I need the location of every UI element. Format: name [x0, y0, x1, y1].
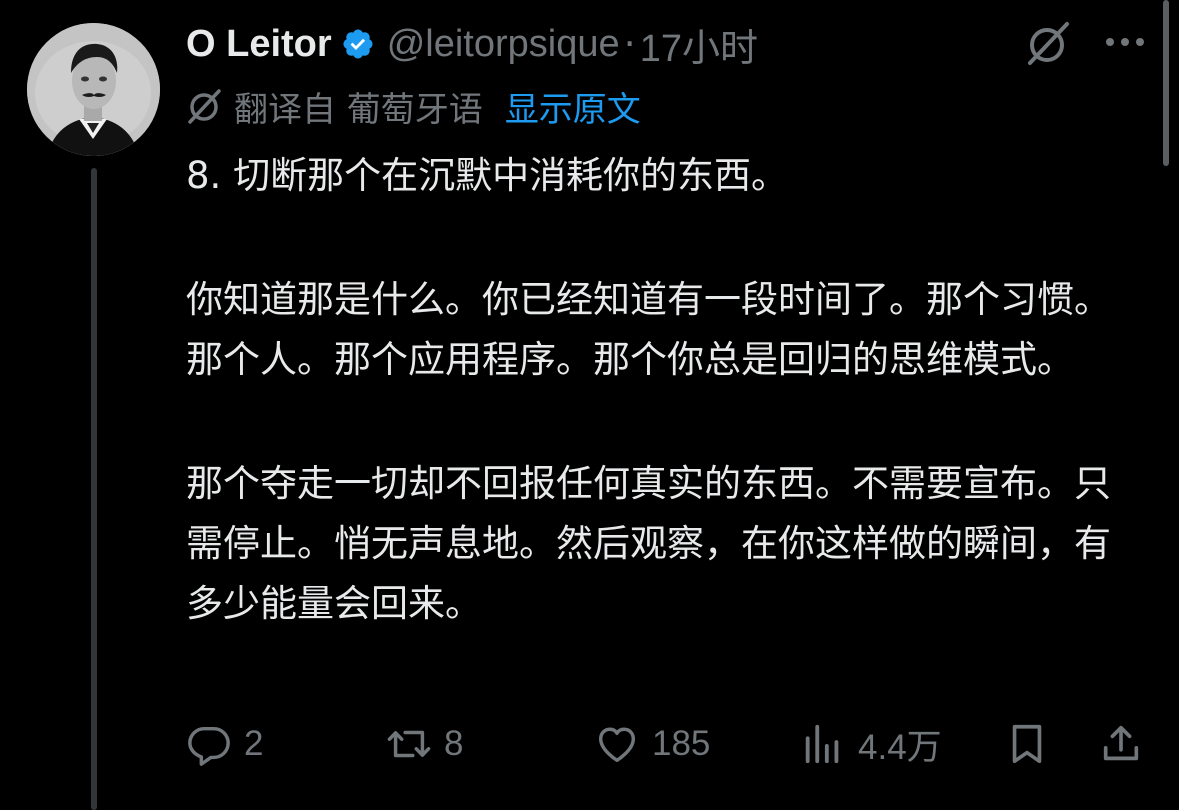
reply-icon [188, 726, 230, 766]
share-button[interactable] [1098, 716, 1156, 772]
like-button[interactable]: 185 [594, 716, 710, 772]
bookmark-button[interactable] [1004, 716, 1062, 772]
thread-line [91, 168, 97, 810]
post-time[interactable]: 17小时 [640, 17, 758, 72]
tweet-text: 8. 切断那个在沉默中消耗你的东西。 你知道那是什么。你已经知道有一段时间了。那… [186, 146, 1116, 634]
views-button[interactable]: 4.4万 [800, 716, 942, 772]
tweet-paragraph: 8. 切断那个在沉默中消耗你的东西。 [186, 154, 789, 197]
heart-icon [598, 727, 636, 763]
translation-row: 翻译自 葡萄牙语 显示原文 [186, 82, 641, 130]
grok-button[interactable] [1023, 20, 1075, 68]
author-name[interactable]: O Leitor [186, 23, 332, 66]
reply-count: 2 [244, 724, 264, 763]
retweet-icon [387, 730, 431, 758]
translated-from-label: 翻译自 葡萄牙语 [234, 89, 483, 130]
more-icon [1106, 38, 1144, 46]
tweet-paragraph: 你知道那是什么。你已经知道有一段时间了。那个习惯。那个人。那个应用程序。那个你总… [186, 278, 1111, 381]
author-handle[interactable]: @leitorpsique [387, 23, 620, 66]
grok-icon [1028, 22, 1069, 65]
like-count: 185 [652, 724, 711, 763]
portrait-avatar-icon [27, 23, 160, 156]
tweet-header: O Leitor @leitorpsique · 17小时 [186, 18, 758, 70]
tweet-paragraph: 那个夺走一切却不回报任何真实的东西。不需要宣布。只需停止。悄无声息地。然后观察，… [186, 462, 1111, 625]
bookmark-icon [1012, 724, 1042, 764]
verified-badge-icon [343, 29, 373, 59]
views-icon [805, 724, 839, 764]
show-original-link[interactable]: 显示原文 [505, 82, 641, 131]
avatar[interactable] [27, 23, 160, 156]
reply-button[interactable]: 2 [186, 716, 263, 772]
views-count: 4.4万 [858, 727, 942, 767]
retweet-button[interactable]: 8 [386, 716, 463, 772]
action-bar: 2 8 185 4.4万 [186, 716, 1146, 772]
separator-dot: · [623, 22, 636, 66]
more-options-button[interactable] [1100, 24, 1150, 60]
translate-icon [188, 89, 221, 124]
retweet-count: 8 [444, 724, 464, 763]
scrollbar[interactable] [1163, 0, 1169, 166]
share-icon [1103, 725, 1139, 761]
